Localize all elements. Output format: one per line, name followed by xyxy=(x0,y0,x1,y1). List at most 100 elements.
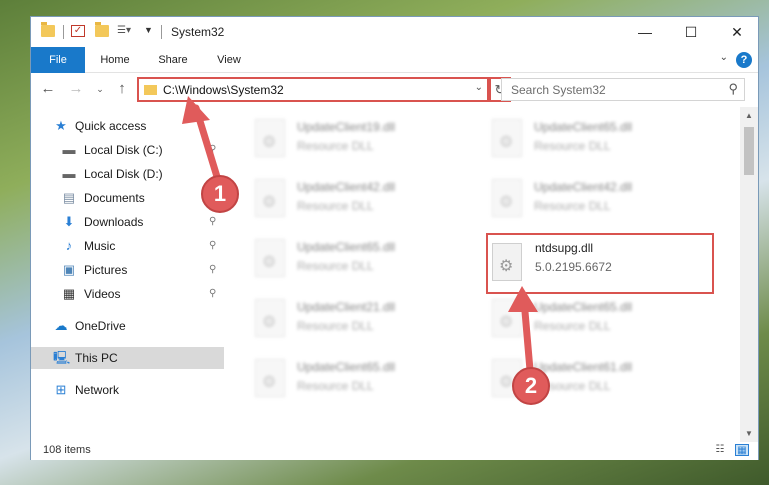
dll-file-icon xyxy=(255,119,285,157)
address-bar[interactable]: C:\Windows\System32 ⌄ xyxy=(137,77,489,102)
item-count: 108 items xyxy=(43,444,91,456)
help-button[interactable]: ? xyxy=(736,52,752,68)
file-name: ntdsupg.dll xyxy=(535,241,594,255)
tab-home[interactable]: Home xyxy=(91,47,139,73)
file-tile[interactable]: UpdateClient19.dll Resource DLL xyxy=(225,111,445,163)
sidebar-item-label: Documents xyxy=(84,191,145,205)
sidebar-item-onedrive[interactable]: ☁ OneDrive xyxy=(31,315,224,337)
drive-icon: ▬ xyxy=(62,166,76,181)
dll-file-icon xyxy=(255,179,285,217)
close-button[interactable]: ✕ xyxy=(714,17,760,47)
address-path[interactable]: C:\Windows\System32 xyxy=(163,83,284,97)
file-tile[interactable]: UpdateClient42.dll Resource DLL xyxy=(462,171,682,223)
pin-icon[interactable]: ⚲ xyxy=(209,139,216,161)
file-list: UpdateClient19.dll Resource DLL UpdateCl… xyxy=(225,107,740,442)
sidebar-item-quick-access[interactable]: ★ Quick access xyxy=(31,115,224,137)
dll-file-icon xyxy=(492,179,522,217)
file-name: UpdateClient61.dll xyxy=(534,360,633,374)
sidebar-item-label: Local Disk (C:) xyxy=(84,143,163,157)
scrollbar-thumb[interactable] xyxy=(744,127,754,175)
pictures-icon: ▣ xyxy=(62,262,76,277)
quick-access-dropdown-icon[interactable]: ▼ xyxy=(144,25,158,37)
dll-file-icon xyxy=(492,119,522,157)
dll-file-icon xyxy=(255,359,285,397)
dll-file-icon xyxy=(492,243,522,281)
sidebar-item-pictures[interactable]: ▣ Pictures ⚲ xyxy=(31,259,224,281)
file-name: UpdateClient65.dll xyxy=(534,300,633,314)
divider xyxy=(63,25,64,39)
properties-icon[interactable]: ✓ xyxy=(71,25,85,37)
dll-file-icon xyxy=(492,299,522,337)
file-tile[interactable]: UpdateClient65.dll Resource DLL xyxy=(225,351,445,403)
file-tile-ntdsupg[interactable]: ntdsupg.dll 5.0.2195.6672 xyxy=(486,233,714,294)
explorer-window: ✓ ☰▾ ▼ System32 — ☐ ✕ File Home Share Vi… xyxy=(30,16,759,460)
sidebar-item-network[interactable]: ⊞ Network xyxy=(31,379,224,401)
file-description: 5.0.2195.6672 xyxy=(535,260,612,274)
pin-icon[interactable]: ⚲ xyxy=(209,283,216,305)
file-name: UpdateClient65.dll xyxy=(297,360,396,374)
download-icon: ⬇ xyxy=(63,214,75,229)
sidebar-item-downloads[interactable]: ⬇ Downloads ⚲ xyxy=(31,211,224,233)
sidebar-item-label: OneDrive xyxy=(75,319,126,333)
documents-icon: ▤ xyxy=(62,190,76,205)
pin-icon[interactable]: ⚲ xyxy=(209,259,216,281)
file-description: Resource DLL xyxy=(297,199,374,213)
vertical-scrollbar[interactable]: ▲ ▼ xyxy=(740,107,758,442)
file-name: UpdateClient19.dll xyxy=(297,120,396,134)
sidebar-item-label: This PC xyxy=(75,351,118,365)
pin-icon[interactable]: ⚲ xyxy=(209,235,216,257)
tab-file[interactable]: File xyxy=(31,47,85,73)
scroll-down-icon[interactable]: ▼ xyxy=(740,429,758,438)
step-2-badge: 2 xyxy=(512,367,550,405)
customize-toolbar-icon[interactable]: ☰▾ xyxy=(117,25,131,37)
sidebar-item-label: Quick access xyxy=(75,119,147,133)
file-description: Resource DLL xyxy=(297,319,374,333)
sidebar-item-documents[interactable]: ▤ Documents ⚲ xyxy=(31,187,224,209)
up-arrow-icon[interactable]: ↑ xyxy=(113,80,131,98)
music-icon: ♪ xyxy=(65,238,73,253)
file-tile[interactable]: UpdateClient42.dll Resource DLL xyxy=(225,171,445,223)
divider xyxy=(161,25,162,39)
sidebar-item-label: Local Disk (D:) xyxy=(84,167,163,181)
sidebar-item-music[interactable]: ♪ Music ⚲ xyxy=(31,235,224,257)
file-tile[interactable]: UpdateClient65.dll Resource DLL xyxy=(462,111,682,163)
file-description: Resource DLL xyxy=(534,199,611,213)
file-description: Resource DLL xyxy=(297,259,374,273)
forward-arrow-icon[interactable]: → xyxy=(67,80,85,98)
back-arrow-icon[interactable]: ← xyxy=(39,80,57,98)
status-bar: 108 items ☷ ▦ xyxy=(31,442,758,460)
expand-ribbon-icon[interactable]: ⌄ xyxy=(720,52,728,63)
file-tile[interactable]: UpdateClient61.dll Resource DLL xyxy=(462,351,682,403)
large-icons-view-icon[interactable]: ▦ xyxy=(735,444,749,456)
file-name: UpdateClient65.dll xyxy=(297,240,396,254)
network-icon: ⊞ xyxy=(55,382,67,397)
folder-icon xyxy=(41,22,55,37)
file-tile[interactable]: UpdateClient65.dll Resource DLL xyxy=(225,231,445,283)
recent-locations-icon[interactable]: ⌄ xyxy=(91,80,109,98)
window-title: System32 xyxy=(171,25,225,39)
tab-share[interactable]: Share xyxy=(149,47,197,73)
search-icon[interactable]: ⚲ xyxy=(728,81,738,97)
navigation-bar: ← → ⌄ ↑ C:\Windows\System32 ⌄ ↻ Search S… xyxy=(31,74,758,106)
drive-icon: ▬ xyxy=(62,142,76,157)
scroll-up-icon[interactable]: ▲ xyxy=(740,111,758,120)
maximize-button[interactable]: ☐ xyxy=(668,17,714,47)
videos-icon: ▦ xyxy=(62,286,76,301)
file-tile[interactable]: UpdateClient65.dll Resource DLL xyxy=(462,291,682,343)
file-description: Resource DLL xyxy=(534,319,611,333)
sidebar-item-local-disk-c[interactable]: ▬ Local Disk (C:) ⚲ xyxy=(31,139,224,161)
search-input[interactable]: Search System32 ⚲ xyxy=(501,78,745,101)
pin-icon[interactable]: ⚲ xyxy=(209,211,216,233)
tab-view[interactable]: View xyxy=(207,47,251,73)
file-tile[interactable]: UpdateClient21.dll Resource DLL xyxy=(225,291,445,343)
dll-file-icon xyxy=(255,299,285,337)
details-view-icon[interactable]: ☷ xyxy=(713,444,727,456)
chevron-down-icon[interactable]: ⌄ xyxy=(475,82,483,93)
sidebar-item-videos[interactable]: ▦ Videos ⚲ xyxy=(31,283,224,305)
folder-icon xyxy=(144,85,157,95)
step-1-badge: 1 xyxy=(201,175,239,213)
new-folder-icon[interactable] xyxy=(95,22,109,37)
sidebar-item-this-pc[interactable]: 🖳 This PC xyxy=(31,347,224,369)
sidebar-item-local-disk-d[interactable]: ▬ Local Disk (D:) xyxy=(31,163,224,185)
minimize-button[interactable]: — xyxy=(622,17,668,47)
